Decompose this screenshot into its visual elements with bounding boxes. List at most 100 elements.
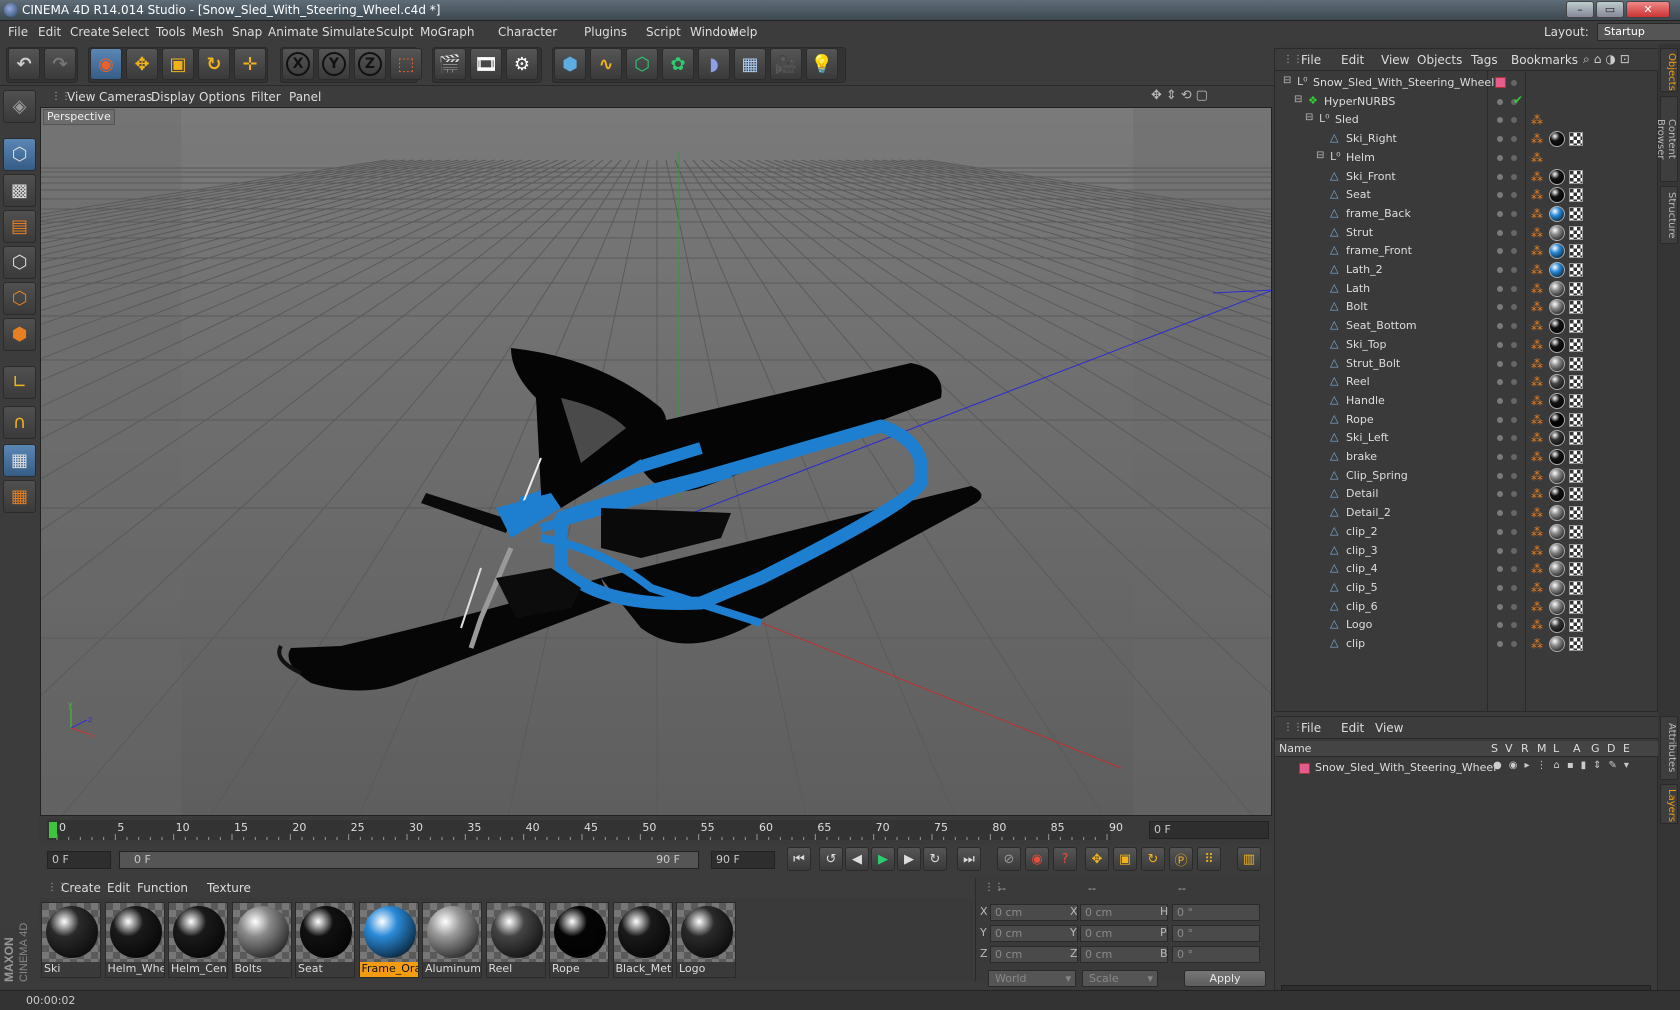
position-field[interactable]: 0 cm (990, 904, 1078, 921)
render-visibility-dot[interactable] (1511, 117, 1517, 124)
phong-tag-icon[interactable]: ⁂ (1531, 357, 1543, 371)
make-editable-icon[interactable]: ◈ (3, 90, 36, 123)
object-row[interactable]: △ Seat_Bottom ⁂ (1275, 316, 1659, 336)
object-row[interactable]: △ Lath_2 ⁂ (1275, 260, 1659, 280)
spline-icon[interactable]: ∿ (590, 48, 622, 80)
editor-visibility-dot[interactable] (1497, 528, 1503, 535)
material-tag-icon[interactable] (1549, 523, 1565, 540)
material-tag-icon[interactable] (1549, 411, 1565, 428)
phong-tag-icon[interactable]: ⁂ (1531, 300, 1543, 314)
object-menu-edit[interactable]: Edit (1341, 53, 1364, 67)
texture-tag-icon[interactable] (1569, 637, 1583, 651)
object-menu-bookmarks[interactable]: Bookmarks (1511, 53, 1578, 67)
editor-visibility-dot[interactable] (1497, 641, 1503, 647)
editor-visibility-dot[interactable] (1497, 323, 1503, 330)
material-tag-icon[interactable] (1549, 131, 1565, 148)
layer-column-header[interactable]: S (1491, 742, 1498, 755)
render-visibility-dot[interactable] (1511, 622, 1517, 629)
texture-tag-icon[interactable] (1569, 263, 1583, 277)
material-menu-edit[interactable]: Edit (107, 881, 130, 895)
menu-character[interactable]: Character (498, 25, 557, 39)
editor-visibility-dot[interactable] (1497, 584, 1503, 591)
floor-icon[interactable]: ▦ (734, 48, 766, 80)
object-row[interactable]: △ Ski_Left ⁂ (1275, 428, 1659, 448)
menu-edit[interactable]: Edit (38, 25, 61, 39)
object-menu-tags[interactable]: Tags (1471, 53, 1498, 67)
material-tag-icon[interactable] (1549, 299, 1565, 316)
previous-key-icon[interactable]: ↺ (819, 847, 843, 871)
coord-mode-dropdown[interactable]: World ▾ (988, 970, 1076, 987)
texture-tag-icon[interactable] (1569, 506, 1583, 521)
previous-frame-icon[interactable]: ◀ (845, 847, 869, 871)
object-row[interactable]: △ Detail ⁂ (1275, 484, 1659, 504)
rotation-field[interactable]: 0 ° (1172, 946, 1260, 963)
layer-column-header[interactable]: Name (1279, 742, 1311, 755)
layer-menu-edit[interactable]: Edit (1341, 721, 1364, 735)
object-row[interactable]: △ brake ⁂ (1275, 447, 1659, 467)
editor-visibility-dot[interactable] (1497, 341, 1503, 348)
phong-tag-icon[interactable]: ⁂ (1531, 207, 1543, 221)
cube-icon[interactable]: ⬢ (554, 48, 586, 80)
key-rotation-icon[interactable]: ↻ (1141, 847, 1165, 871)
coordinate-system-icon[interactable]: ⬚ (390, 48, 422, 80)
layout-dropdown[interactable]: Startup▾ (1597, 23, 1680, 41)
material-tag-icon[interactable] (1549, 598, 1565, 615)
render-visibility-dot[interactable] (1511, 80, 1517, 86)
material-tag-icon[interactable] (1549, 318, 1565, 335)
editor-visibility-dot[interactable] (1497, 192, 1503, 199)
render-visibility-dot[interactable] (1511, 229, 1517, 236)
render-visibility-dot[interactable] (1511, 341, 1517, 348)
editor-visibility-dot[interactable] (1497, 472, 1503, 479)
object-row[interactable]: △ clip ⁂ (1275, 634, 1659, 654)
material-swatch[interactable]: Logo (676, 902, 736, 978)
render-visibility-dot[interactable] (1511, 603, 1517, 610)
play-icon[interactable]: ▶ (871, 847, 895, 871)
menu-create[interactable]: Create (70, 25, 110, 39)
phong-tag-icon[interactable]: ⁂ (1531, 375, 1543, 389)
x-axis-button[interactable]: X (282, 48, 314, 80)
editor-visibility-dot[interactable] (1497, 210, 1503, 217)
editor-visibility-dot[interactable] (1497, 547, 1503, 554)
texture-tag-icon[interactable] (1569, 618, 1583, 633)
material-tag-icon[interactable] (1549, 280, 1565, 297)
workplane-mode-icon[interactable]: ▤ (3, 210, 36, 243)
object-row[interactable]: △ Bolt ⁂ (1275, 297, 1659, 317)
object-manager-search-home-icons[interactable]: ⌕⌂◑⊡ (1583, 52, 1634, 67)
object-menu-objects[interactable]: Objects (1417, 53, 1462, 67)
editor-visibility-dot[interactable] (1497, 416, 1503, 423)
render-visibility-dot[interactable] (1511, 416, 1517, 423)
viewport-menu-display[interactable]: Display (151, 90, 195, 104)
menu-sculpt[interactable]: Sculpt (376, 25, 413, 39)
object-row[interactable]: △ clip_4 ⁂ (1275, 559, 1659, 579)
texture-tag-icon[interactable] (1569, 562, 1583, 577)
editor-visibility-dot[interactable] (1497, 136, 1503, 143)
editor-visibility-dot[interactable] (1497, 566, 1503, 573)
render-picture-viewer-icon[interactable]: 🎞 (470, 48, 502, 80)
material-tag-icon[interactable] (1549, 355, 1565, 372)
material-tag-icon[interactable] (1549, 168, 1565, 185)
z-axis-button[interactable]: Z (354, 48, 386, 80)
texture-tag-icon[interactable] (1569, 319, 1583, 334)
model-mode-icon[interactable]: ⬡ (3, 138, 36, 171)
editor-visibility-dot[interactable] (1497, 229, 1503, 236)
array-icon[interactable]: ✿ (662, 48, 694, 80)
object-row[interactable]: △ frame_Front ⁂ (1275, 241, 1659, 261)
material-tag-icon[interactable] (1549, 449, 1565, 465)
next-key-icon[interactable]: ↻ (923, 847, 947, 871)
viewport-menu-panel[interactable]: Panel (289, 90, 321, 104)
object-row[interactable]: ⊟ ❖ HyperNURBS ✔ (1275, 92, 1659, 112)
texture-tag-icon[interactable] (1569, 412, 1583, 427)
material-swatch[interactable]: Reel (485, 902, 546, 978)
render-view-icon[interactable]: 🎬 (434, 48, 466, 80)
layer-column-header[interactable]: L (1553, 742, 1559, 755)
deformer-icon[interactable]: ◗ (698, 48, 730, 80)
current-frame-field[interactable]: 0 F (1149, 821, 1269, 839)
material-tag-icon[interactable] (1549, 262, 1565, 278)
object-row[interactable]: △ Strut_Bolt ⁂ (1275, 354, 1659, 374)
object-menu-view[interactable]: View (1381, 53, 1409, 67)
sculpt-grid-icon[interactable]: ▦ (3, 480, 36, 513)
key-parameter-icon[interactable]: Ⓟ (1169, 847, 1193, 871)
polygons-mode-icon[interactable]: ⬢ (3, 318, 36, 351)
light-icon[interactable]: 💡 (806, 48, 838, 80)
material-menu-texture[interactable]: Texture (207, 881, 251, 895)
